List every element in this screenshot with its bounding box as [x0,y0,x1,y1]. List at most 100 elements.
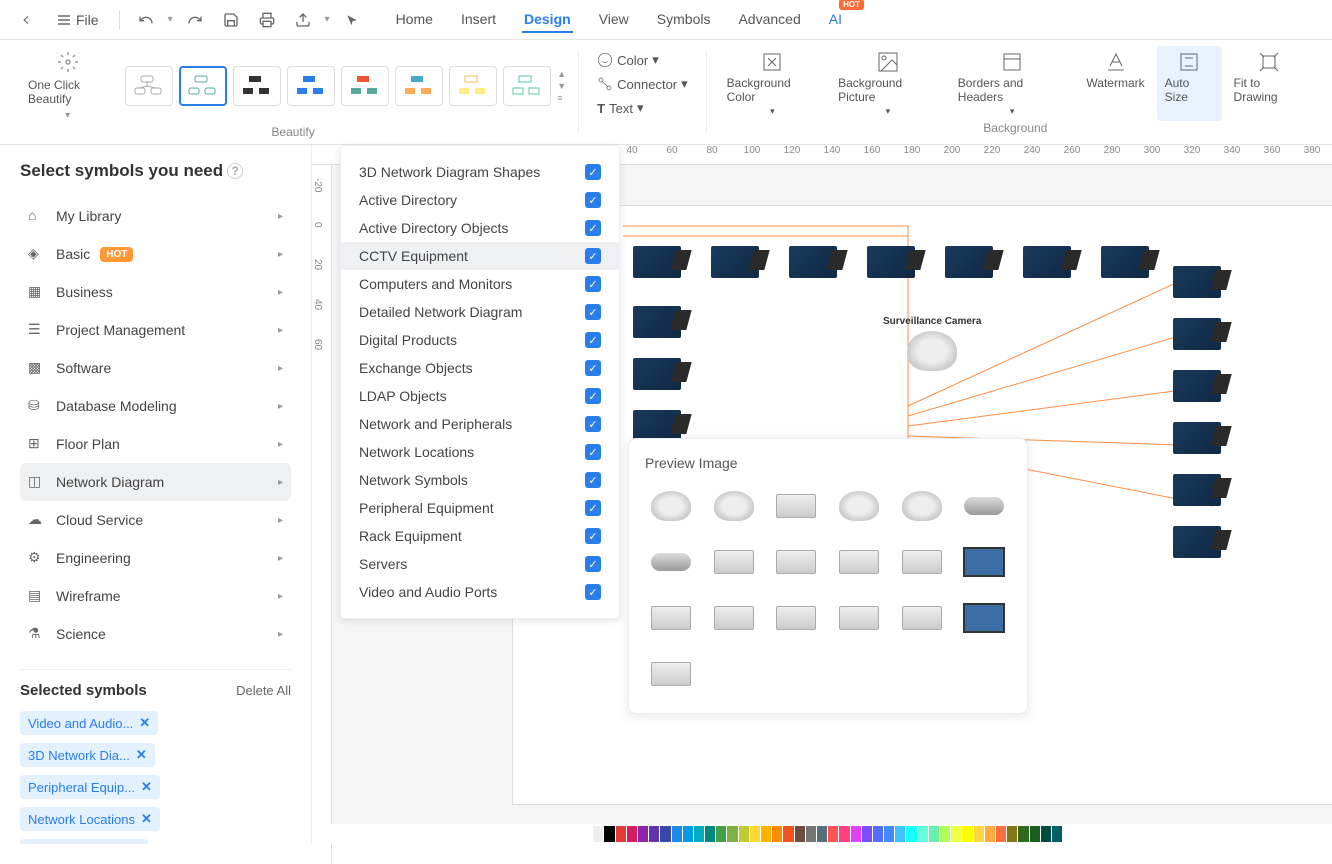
chip[interactable]: 3D Network Dia...✕ [20,743,155,767]
color-swatch[interactable] [716,826,726,842]
undo-icon[interactable] [132,6,160,34]
color-swatch[interactable] [918,826,928,842]
gallery-up-icon[interactable]: ▲ [557,69,566,79]
symbol-item[interactable]: Exchange Objects✓ [341,354,619,382]
preview-item-monitor[interactable] [958,539,1010,585]
checkbox-icon[interactable]: ✓ [585,164,601,180]
symbol-item[interactable]: 3D Network Diagram Shapes✓ [341,158,619,186]
category-project-management[interactable]: ☰Project Management▸ [20,311,291,349]
checkbox-icon[interactable]: ✓ [585,500,601,516]
color-dropdown[interactable]: Color ▾ [591,50,694,70]
checkbox-icon[interactable]: ✓ [585,444,601,460]
checkbox-icon[interactable]: ✓ [585,304,601,320]
tab-ai[interactable]: AIHOT [827,7,844,33]
color-swatch[interactable] [929,826,939,842]
text-dropdown[interactable]: TText ▾ [591,98,694,118]
color-swatch[interactable] [649,826,659,842]
cursor-icon[interactable] [338,6,366,34]
export-icon[interactable] [289,6,317,34]
theme-3[interactable] [233,66,281,106]
camera-device[interactable] [1173,318,1221,350]
preview-item-tv[interactable] [958,595,1010,641]
symbol-item[interactable]: Detailed Network Diagram✓ [341,298,619,326]
symbol-item[interactable]: LDAP Objects✓ [341,382,619,410]
chip-remove-icon[interactable]: ✕ [141,811,152,827]
checkbox-icon[interactable]: ✓ [585,416,601,432]
camera-device[interactable] [1173,422,1221,454]
checkbox-icon[interactable]: ✓ [585,276,601,292]
preview-item-detector[interactable] [896,539,948,585]
preview-item-switch[interactable] [833,595,885,641]
save-icon[interactable] [217,6,245,34]
camera-device[interactable] [633,306,681,338]
auto-size-button[interactable]: Auto Size [1157,46,1222,121]
color-swatch[interactable] [582,826,592,842]
camera-device[interactable] [1023,246,1071,278]
color-swatch[interactable] [672,826,682,842]
preview-item-sensor[interactable] [833,539,885,585]
color-swatch[interactable] [616,826,626,842]
category-basic[interactable]: ◈BasicHOT▸ [20,235,291,273]
symbol-item[interactable]: Digital Products✓ [341,326,619,354]
symbol-item[interactable]: Network Locations✓ [341,438,619,466]
checkbox-icon[interactable]: ✓ [585,332,601,348]
symbol-item[interactable]: Video and Audio Ports✓ [341,578,619,606]
symbol-item[interactable]: Peripheral Equipment✓ [341,494,619,522]
camera-device[interactable] [789,246,837,278]
chip-remove-icon[interactable]: ✕ [136,747,147,763]
camera-device[interactable] [867,246,915,278]
category-software[interactable]: ▩Software▸ [20,349,291,387]
checkbox-icon[interactable]: ✓ [585,584,601,600]
fit-drawing-button[interactable]: Fit to Drawing [1226,46,1312,121]
chip[interactable]: Network Locations✕ [20,807,160,831]
preview-item-bullet2[interactable] [645,539,697,585]
color-swatch[interactable] [727,826,737,842]
camera-device[interactable] [1173,474,1221,506]
checkbox-icon[interactable]: ✓ [585,220,601,236]
color-swatch[interactable] [851,826,861,842]
surveillance-camera[interactable] [907,331,957,371]
color-swatch[interactable] [828,826,838,842]
file-menu[interactable]: File [48,8,107,32]
color-swatch[interactable] [593,826,603,842]
checkbox-icon[interactable]: ✓ [585,528,601,544]
camera-device[interactable] [633,358,681,390]
color-swatch[interactable] [1007,826,1017,842]
category-database-modeling[interactable]: ⛁Database Modeling▸ [20,387,291,425]
symbol-item[interactable]: Computers and Monitors✓ [341,270,619,298]
gallery-more-icon[interactable]: ≡ [557,93,566,103]
category-science[interactable]: ⚗Science▸ [20,615,291,653]
color-swatch[interactable] [996,826,1006,842]
chip[interactable]: Video and Audio...✕ [20,711,158,735]
color-swatch[interactable] [683,826,693,842]
color-swatch[interactable] [705,826,715,842]
symbol-item[interactable]: CCTV Equipment✓ [341,242,619,270]
category-network-diagram[interactable]: ◫Network Diagram▸ [20,463,291,501]
tab-advanced[interactable]: Advanced [736,7,802,33]
color-swatch[interactable] [806,826,816,842]
color-swatch[interactable] [1052,826,1062,842]
color-swatch[interactable] [772,826,782,842]
color-swatch[interactable] [817,826,827,842]
symbol-item[interactable]: Rack Equipment✓ [341,522,619,550]
preview-item-dome3[interactable] [833,483,885,529]
color-swatch[interactable] [739,826,749,842]
camera-device[interactable] [945,246,993,278]
chip[interactable]: Peripheral Equip...✕ [20,775,160,799]
preview-item-panel[interactable] [770,539,822,585]
borders-headers-button[interactable]: Borders and Headers▾ [950,46,1075,121]
theme-5[interactable] [341,66,389,106]
color-swatch[interactable] [1041,826,1051,842]
camera-device[interactable] [1173,266,1221,298]
tab-insert[interactable]: Insert [459,7,498,33]
category-floor-plan[interactable]: ⊞Floor Plan▸ [20,425,291,463]
symbol-item[interactable]: Servers✓ [341,550,619,578]
preview-item-box[interactable] [770,483,822,529]
camera-device[interactable] [1173,526,1221,558]
checkbox-icon[interactable]: ✓ [585,360,601,376]
bg-picture-button[interactable]: Background Picture▾ [830,46,946,121]
back-icon[interactable] [12,6,40,34]
camera-device[interactable] [1173,370,1221,402]
theme-1[interactable] [125,66,173,106]
color-swatch[interactable] [906,826,916,842]
